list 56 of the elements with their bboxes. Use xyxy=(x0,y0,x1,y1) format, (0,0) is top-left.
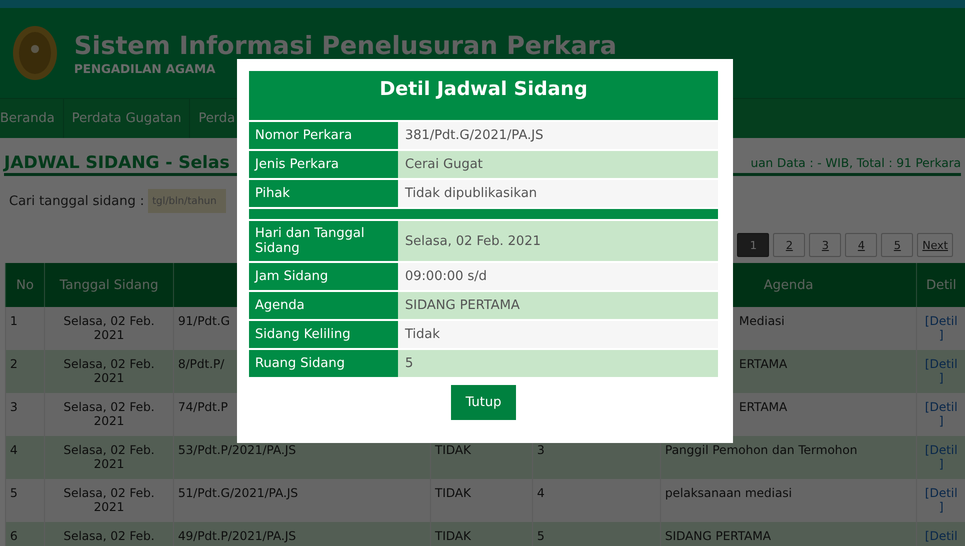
page-link[interactable]: 2 xyxy=(773,233,806,257)
page-link[interactable]: 5 xyxy=(881,233,914,257)
table-cell: 6 xyxy=(6,522,44,546)
page-link[interactable]: 3 xyxy=(809,233,842,257)
table-cell: Panggil Pemohon dan Termohon xyxy=(660,436,916,479)
table-cell: 3 xyxy=(6,393,44,436)
field-label: Pihak xyxy=(249,180,398,207)
field-label: Sidang Keliling xyxy=(249,321,398,348)
table-cell: Selasa, 02 Feb. xyxy=(44,522,174,546)
site-title: Sistem Informasi Penelusuran Perkara xyxy=(74,30,617,60)
field-label: Ruang Sidang xyxy=(249,350,398,377)
field-label: Nomor Perkara xyxy=(249,122,398,149)
field-value: 09:00:00 s/d xyxy=(398,263,718,290)
field-value: Selasa, 02 Feb. 2021 xyxy=(398,221,718,261)
page-link[interactable]: Next xyxy=(917,233,953,257)
field-value: Tidak xyxy=(398,321,718,348)
field-value: 5 xyxy=(398,350,718,377)
field-value: Cerai Gugat xyxy=(398,151,718,178)
column-header: No xyxy=(6,263,44,307)
table-cell: 5 xyxy=(6,479,44,522)
page-link[interactable]: 4 xyxy=(845,233,878,257)
table-cell: Selasa, 02 Feb. 2021 xyxy=(44,350,174,393)
nav-link[interactable]: Beranda xyxy=(0,99,64,138)
table-cell: 5 xyxy=(532,522,660,546)
table-cell: Selasa, 02 Feb. 2021 xyxy=(44,393,174,436)
table-cell: 49/Pdt.P/2021/PA.JS xyxy=(174,522,430,546)
table-cell: Selasa, 02 Feb. 2021 xyxy=(44,436,174,479)
table-cell: 4 xyxy=(532,479,660,522)
table-cell: SIDANG PERTAMA xyxy=(660,522,916,546)
dialog-title: Detil Jadwal Sidang xyxy=(249,71,718,122)
page-title: JADWAL SIDANG - Selas xyxy=(4,153,230,173)
page-link[interactable]: 1 xyxy=(737,233,770,257)
table-cell: TIDAK xyxy=(430,522,532,546)
table-cell: pelaksanaan mediasi xyxy=(660,479,916,522)
table-cell: TIDAK xyxy=(430,479,532,522)
close-button[interactable]: Tutup xyxy=(451,385,516,420)
field-label: Jam Sidang xyxy=(249,263,398,290)
field-label: Hari dan Tanggal Sidang xyxy=(249,221,398,261)
nav-link[interactable]: Perdata Gugatan xyxy=(64,99,190,138)
search-label: Cari tanggal sidang : xyxy=(9,194,144,208)
emblem-icon xyxy=(12,25,58,81)
update-info: uan Data : - WIB, Total : 91 Perkara xyxy=(750,156,961,172)
table-cell: 1 xyxy=(6,307,44,350)
field-label: Agenda xyxy=(249,292,398,319)
table-cell: 51/Pdt.G/2021/PA.JS xyxy=(174,479,430,522)
table-cell: Selasa, 02 Feb. 2021 xyxy=(44,479,174,522)
court-name: PENGADILAN AGAMA xyxy=(74,62,216,76)
field-value: 381/Pdt.G/2021/PA.JS xyxy=(398,122,718,149)
field-value: Tidak dipublikasikan xyxy=(398,180,718,207)
table-cell: 4 xyxy=(6,436,44,479)
column-header: Tanggal Sidang xyxy=(44,263,174,307)
field-label: Jenis Perkara xyxy=(249,151,398,178)
column-header: Detil xyxy=(916,263,965,307)
table-cell: 2 xyxy=(6,350,44,393)
table-cell: Selasa, 02 Feb. 2021 xyxy=(44,307,174,350)
field-value: SIDANG PERTAMA xyxy=(398,292,718,319)
